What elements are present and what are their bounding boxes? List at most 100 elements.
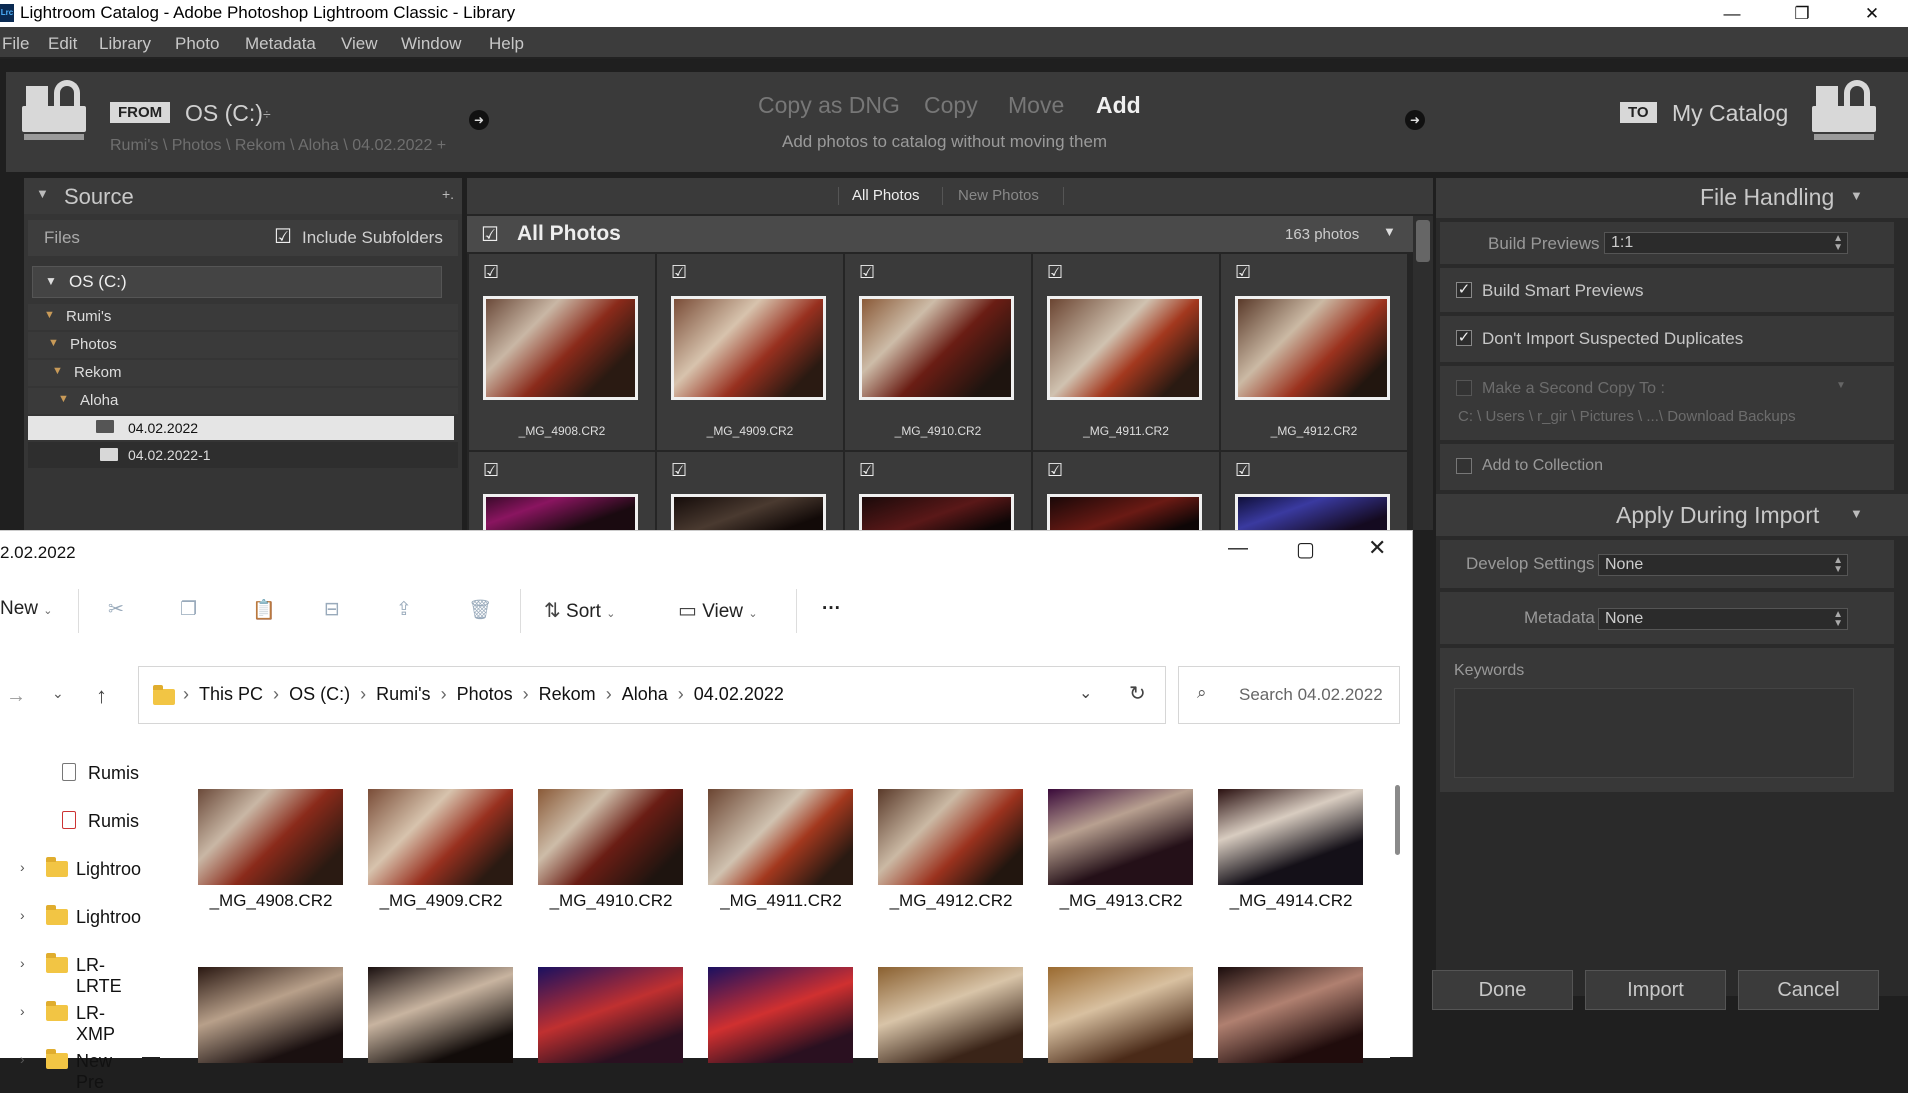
file-thumbnail[interactable]	[368, 967, 513, 1063]
chevron-down-icon[interactable]: ⌄	[1079, 683, 1092, 703]
mode-add[interactable]: Add	[1096, 92, 1141, 119]
file-name[interactable]: _MG_4911.CR2	[696, 891, 866, 911]
breadcrumb-os-c[interactable]: OS (C:)	[289, 684, 350, 704]
expand-triangle-icon[interactable]: ▼	[52, 365, 63, 377]
file-name[interactable]: _MG_4908.CR2	[186, 891, 356, 911]
collapse-triangle-icon[interactable]: ▼	[1850, 188, 1863, 203]
tree-item-rumis[interactable]: ▼ Rumi's	[28, 304, 458, 330]
cancel-button[interactable]: Cancel	[1738, 970, 1879, 1010]
checkbox-icon[interactable]: ✓	[1456, 330, 1472, 346]
file-thumbnail[interactable]	[708, 967, 853, 1063]
collapse-triangle-icon[interactable]: ▼	[36, 186, 49, 201]
photo-checkbox[interactable]: ☑	[483, 460, 501, 480]
select-all-checkbox[interactable]: ☑	[481, 222, 499, 247]
expand-triangle-icon[interactable]: ▼	[48, 337, 59, 349]
photo-thumbnail[interactable]	[1235, 494, 1390, 534]
grid-cell[interactable]: ☑	[1221, 452, 1407, 534]
menu-photo[interactable]: Photo	[175, 34, 219, 54]
rename-icon[interactable]: ⊟	[324, 598, 340, 621]
metadata-select[interactable]: None ▲ ▼	[1598, 608, 1848, 630]
photo-thumbnail[interactable]	[483, 296, 638, 400]
address-bar[interactable]: › This PC › OS (C:) › Rumi's › Photos › …	[138, 666, 1166, 724]
view-button[interactable]: ▭ View ⌄	[678, 598, 758, 623]
tree-item-photos[interactable]: ▼ Photos	[28, 332, 458, 358]
menu-view[interactable]: View	[341, 34, 378, 54]
refresh-icon[interactable]: ↻	[1129, 681, 1146, 706]
checkbox-icon[interactable]	[1456, 458, 1472, 474]
file-thumbnail[interactable]	[878, 789, 1023, 885]
grid-cell[interactable]: ☑ _MG_4908.CR2	[469, 254, 655, 450]
menu-edit[interactable]: Edit	[48, 34, 77, 54]
grid-scrollbar[interactable]	[1413, 216, 1433, 530]
menu-file[interactable]: File	[2, 34, 29, 54]
close-button[interactable]: ✕	[1840, 0, 1904, 27]
maximize-button[interactable]: ❐	[1770, 0, 1834, 27]
photo-thumbnail[interactable]	[483, 494, 638, 534]
nav-item-lr-xmp[interactable]: › LR-XMP	[0, 1001, 140, 1044]
photo-thumbnail[interactable]	[1047, 494, 1202, 534]
file-name[interactable]: _MG_4910.CR2	[526, 891, 696, 911]
photo-thumbnail[interactable]	[1047, 296, 1202, 400]
new-button[interactable]: New ⌄	[0, 598, 53, 620]
checkbox-icon[interactable]	[1456, 380, 1472, 396]
nav-item-lightroom-2[interactable]: › Lightroo	[0, 905, 141, 945]
arrow-right-icon[interactable]: ➜	[1405, 110, 1425, 130]
drive-row[interactable]: ▼ OS (C:)	[32, 266, 442, 298]
photo-thumbnail[interactable]	[859, 296, 1014, 400]
file-thumbnail[interactable]	[878, 967, 1023, 1063]
nav-item-lr-lrte[interactable]: › LR-LRTE	[0, 953, 140, 996]
file-thumbnail[interactable]	[538, 967, 683, 1063]
more-options-icon[interactable]: ···	[822, 598, 841, 620]
grid-cell[interactable]: ☑	[845, 452, 1031, 534]
expand-triangle-icon[interactable]: ▼	[58, 393, 69, 405]
import-button[interactable]: Import	[1585, 970, 1726, 1010]
file-thumbnail[interactable]	[1218, 967, 1363, 1063]
file-thumbnail[interactable]	[1048, 967, 1193, 1063]
photo-checkbox[interactable]: ☑	[859, 262, 877, 282]
grid-cell[interactable]: ☑	[657, 452, 843, 534]
tree-item-aloha[interactable]: ▼ Aloha	[28, 388, 458, 414]
file-name[interactable]: _MG_4909.CR2	[356, 891, 526, 911]
expand-triangle-icon[interactable]: ▼	[44, 309, 55, 321]
develop-settings-select[interactable]: None ▲ ▼	[1598, 554, 1848, 576]
file-thumbnail[interactable]	[708, 789, 853, 885]
photo-checkbox[interactable]: ☑	[483, 262, 501, 282]
expand-triangle-icon[interactable]: ▼	[45, 274, 57, 288]
file-name[interactable]: _MG_4913.CR2	[1036, 891, 1206, 911]
photo-checkbox[interactable]: ☑	[671, 262, 689, 282]
grid-cell[interactable]: ☑	[1033, 452, 1219, 534]
mode-move[interactable]: Move	[1008, 92, 1064, 119]
chevron-right-icon[interactable]: ›	[20, 859, 25, 875]
file-thumbnail[interactable]	[198, 967, 343, 1063]
nav-item-new-presets[interactable]: › New Pre	[0, 1049, 140, 1092]
cut-icon[interactable]: ✂	[108, 598, 124, 621]
minimize-button[interactable]: —	[1700, 0, 1764, 27]
grid-cell[interactable]: ☑	[469, 452, 655, 534]
grid-cell[interactable]: ☑ _MG_4910.CR2	[845, 254, 1031, 450]
tab-new-photos[interactable]: New Photos	[958, 187, 1039, 204]
photo-thumbnail[interactable]	[671, 296, 826, 400]
done-button[interactable]: Done	[1432, 970, 1573, 1010]
photo-checkbox[interactable]: ☑	[1235, 460, 1253, 480]
breadcrumb-aloha[interactable]: Aloha	[622, 684, 668, 704]
recent-locations-icon[interactable]: ⌄	[52, 685, 64, 702]
menu-library[interactable]: Library	[99, 34, 151, 54]
photo-checkbox[interactable]: ☑	[859, 460, 877, 480]
nav-item-rumis-pdf[interactable]: Rumis	[0, 809, 140, 849]
grid-cell[interactable]: ☑ _MG_4911.CR2	[1033, 254, 1219, 450]
share-icon[interactable]: ⇪	[396, 598, 412, 621]
breadcrumb-this-pc[interactable]: This PC	[199, 684, 263, 704]
maximize-icon[interactable]: ▢	[1296, 537, 1315, 562]
mode-copy[interactable]: Copy	[924, 92, 978, 119]
chevron-right-icon[interactable]: ›	[20, 907, 25, 923]
photo-checkbox[interactable]: ☑	[671, 460, 689, 480]
sort-button[interactable]: ⇅ Sort ⌄	[544, 598, 615, 623]
nav-item-rumis-doc[interactable]: Rumis	[0, 761, 140, 801]
paste-icon[interactable]: 📋	[252, 598, 276, 622]
checkbox-icon[interactable]: ☑	[274, 224, 292, 249]
breadcrumb-rekom[interactable]: Rekom	[539, 684, 596, 704]
scroll-thumb[interactable]	[1416, 220, 1430, 262]
menu-metadata[interactable]: Metadata	[245, 34, 316, 54]
chevron-right-icon[interactable]: ›	[20, 1051, 25, 1067]
search-box[interactable]: ⌕ Search 04.02.2022	[1178, 666, 1400, 724]
